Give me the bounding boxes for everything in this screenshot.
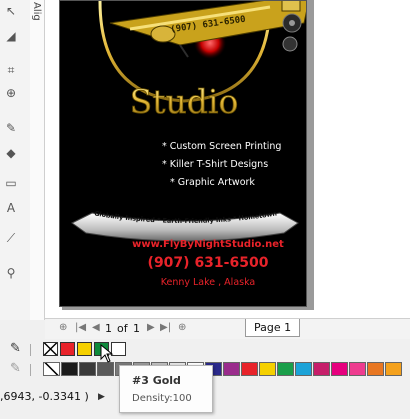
location-text: Kenny Lake , Alaska [161, 277, 256, 288]
first-page-button[interactable]: |◀ [75, 322, 86, 333]
palette-color-swatch[interactable] [313, 362, 330, 376]
pick-tool-icon[interactable]: ↖ [3, 3, 19, 19]
website-text: www.FlyByNightStudio.net [132, 239, 284, 250]
palette-color-swatch[interactable] [61, 362, 78, 376]
poster-artwork: (907) 631-6500 Studio * Custom Screen Pr… [60, 1, 306, 288]
palette-color-swatch[interactable] [223, 362, 240, 376]
service-3: * Graphic Artwork [170, 177, 255, 188]
service-1: * Custom Screen Printing [162, 141, 281, 152]
palette-color-swatch[interactable] [97, 362, 114, 376]
crop-tool-icon[interactable]: ⌗ [3, 62, 19, 78]
poster-page[interactable]: (907) 631-6500 Studio * Custom Screen Pr… [59, 0, 307, 307]
no-color-swatch[interactable] [43, 342, 58, 356]
dimension-tool-icon[interactable]: ⟋ [3, 230, 19, 246]
mouse-cursor-icon [100, 344, 114, 363]
insert-page-after-button[interactable]: ⊕ [178, 322, 186, 333]
coords-arrow-icon[interactable]: ▶ [98, 392, 105, 402]
color-tooltip: #3 Gold Density:100 [119, 365, 213, 413]
palette-color-swatch[interactable] [259, 362, 276, 376]
cursor-coordinates: ,6943, -0.3341 ) [0, 390, 89, 403]
next-page-button[interactable]: ▶ [147, 322, 155, 333]
shape-tool-icon[interactable]: ◢ [3, 28, 19, 44]
of-label: of [117, 322, 128, 335]
tab-page-1[interactable]: Page 1 [245, 319, 301, 337]
vertical-ruler[interactable]: Alig [30, 0, 45, 320]
eyedropper-icon[interactable]: ✎ [10, 361, 21, 376]
current-page-number: 1 [105, 322, 112, 335]
phone-text: (907) 631-6500 [148, 255, 269, 271]
document-color-swatch[interactable] [77, 342, 92, 356]
palette-color-swatch[interactable] [295, 362, 312, 376]
palette-color-swatch[interactable] [331, 362, 348, 376]
prev-page-button[interactable]: ◀ [92, 322, 100, 333]
palette-color-swatch[interactable] [385, 362, 402, 376]
insert-page-before-button[interactable]: ⊕ [59, 322, 67, 333]
tooltip-color-name: #3 Gold [132, 374, 181, 387]
eyedropper-icon[interactable]: ✎ [10, 341, 21, 356]
palette-color-swatch[interactable] [349, 362, 366, 376]
palette-color-swatch[interactable] [241, 362, 258, 376]
rectangle-tool-icon[interactable]: ▭ [3, 175, 19, 191]
total-pages: 1 [133, 322, 140, 335]
no-color-swatch[interactable] [43, 362, 60, 376]
service-2: * Killer T-Shirt Designs [162, 159, 268, 170]
palette-color-swatch[interactable] [277, 362, 294, 376]
document-color-swatch[interactable] [60, 342, 75, 356]
document-palette: ✎ [0, 340, 410, 359]
page-navigator: ⊕ |◀ ◀ 1 of 1 ▶ ▶| ⊕ Page 1 [45, 318, 410, 339]
zoom-tool-icon[interactable]: ⊕ [3, 85, 19, 101]
toolbox: ↖ ◢ ⌗ ⊕ ✎ ◆ ▭ A ⟋ ⚲ [0, 0, 31, 320]
studio-title: Studio [130, 82, 239, 121]
last-page-button[interactable]: ▶| [160, 322, 171, 333]
palette-color-swatch[interactable] [79, 362, 96, 376]
fill-tool-icon[interactable]: ◆ [3, 145, 19, 161]
palette-color-swatch[interactable] [367, 362, 384, 376]
tooltip-density: Density:100 [132, 393, 192, 404]
eyedropper-tool-icon[interactable]: ⚲ [3, 265, 19, 281]
align-docker-tab[interactable]: Alig [31, 2, 42, 21]
text-tool-icon[interactable]: A [3, 200, 19, 216]
pen-tool-icon[interactable]: ✎ [3, 120, 19, 136]
